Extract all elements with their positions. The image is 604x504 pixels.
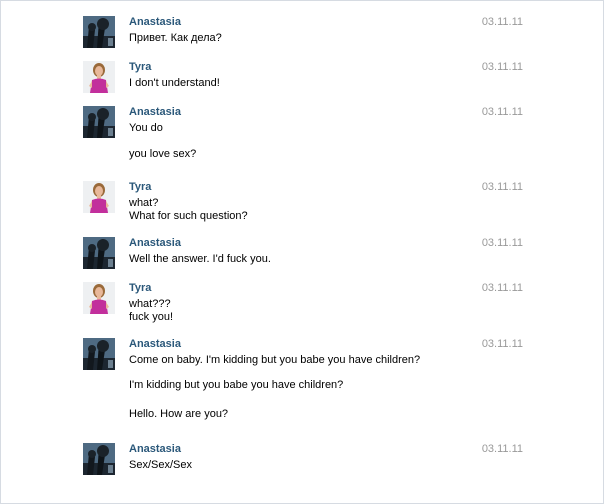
message-author[interactable]: Anastasia xyxy=(129,443,181,456)
message-date: 03.11.11 xyxy=(481,338,523,350)
message-text: you love sex? xyxy=(129,148,197,160)
woman-portrait-avatar[interactable] xyxy=(83,181,115,213)
message-date: 03.11.11 xyxy=(481,61,523,73)
message-author[interactable]: Tyra xyxy=(129,61,151,74)
message-date: 03.11.11 xyxy=(481,181,523,193)
message-author[interactable]: Tyra xyxy=(129,181,151,194)
message-text: Well the answer. I'd fuck you. xyxy=(129,253,271,265)
message-date: 03.11.11 xyxy=(481,16,523,28)
message-text: Come on baby. I'm kidding but you babe y… xyxy=(129,354,421,366)
dark-landscape-avatar[interactable] xyxy=(83,338,115,370)
message-text: Привет. Как дела? xyxy=(129,32,222,44)
message-author[interactable]: Anastasia xyxy=(129,106,181,119)
message-date: 03.11.11 xyxy=(481,237,523,249)
message-text: what??? xyxy=(129,298,171,310)
message-text: Hello. How are you? xyxy=(129,408,229,420)
message-text: I don't understand! xyxy=(129,77,220,89)
message-text: What for such question? xyxy=(129,210,248,222)
message-text: You do xyxy=(129,122,163,134)
dark-landscape-avatar[interactable] xyxy=(83,106,115,138)
message-text: what? xyxy=(129,197,159,209)
message-author[interactable]: Anastasia xyxy=(129,338,181,351)
message-author[interactable]: Anastasia xyxy=(129,237,181,250)
message-text: Sex/Sex/Sex xyxy=(129,459,192,471)
dark-landscape-avatar[interactable] xyxy=(83,443,115,475)
woman-portrait-avatar[interactable] xyxy=(83,282,115,314)
message-text: I'm kidding but you babe you have childr… xyxy=(129,379,344,391)
dark-landscape-avatar[interactable] xyxy=(83,16,115,48)
dark-landscape-avatar[interactable] xyxy=(83,237,115,269)
message-history-panel: Anastasia 03.11.11 Привет. Как дела? Tyr… xyxy=(0,0,604,504)
message-author[interactable]: Anastasia xyxy=(129,16,181,29)
woman-portrait-avatar[interactable] xyxy=(83,61,115,93)
message-date: 03.11.11 xyxy=(481,106,523,118)
message-author[interactable]: Tyra xyxy=(129,282,151,295)
message-date: 03.11.11 xyxy=(481,282,523,294)
message-date: 03.11.11 xyxy=(481,443,523,455)
message-text: fuck you! xyxy=(129,311,174,323)
